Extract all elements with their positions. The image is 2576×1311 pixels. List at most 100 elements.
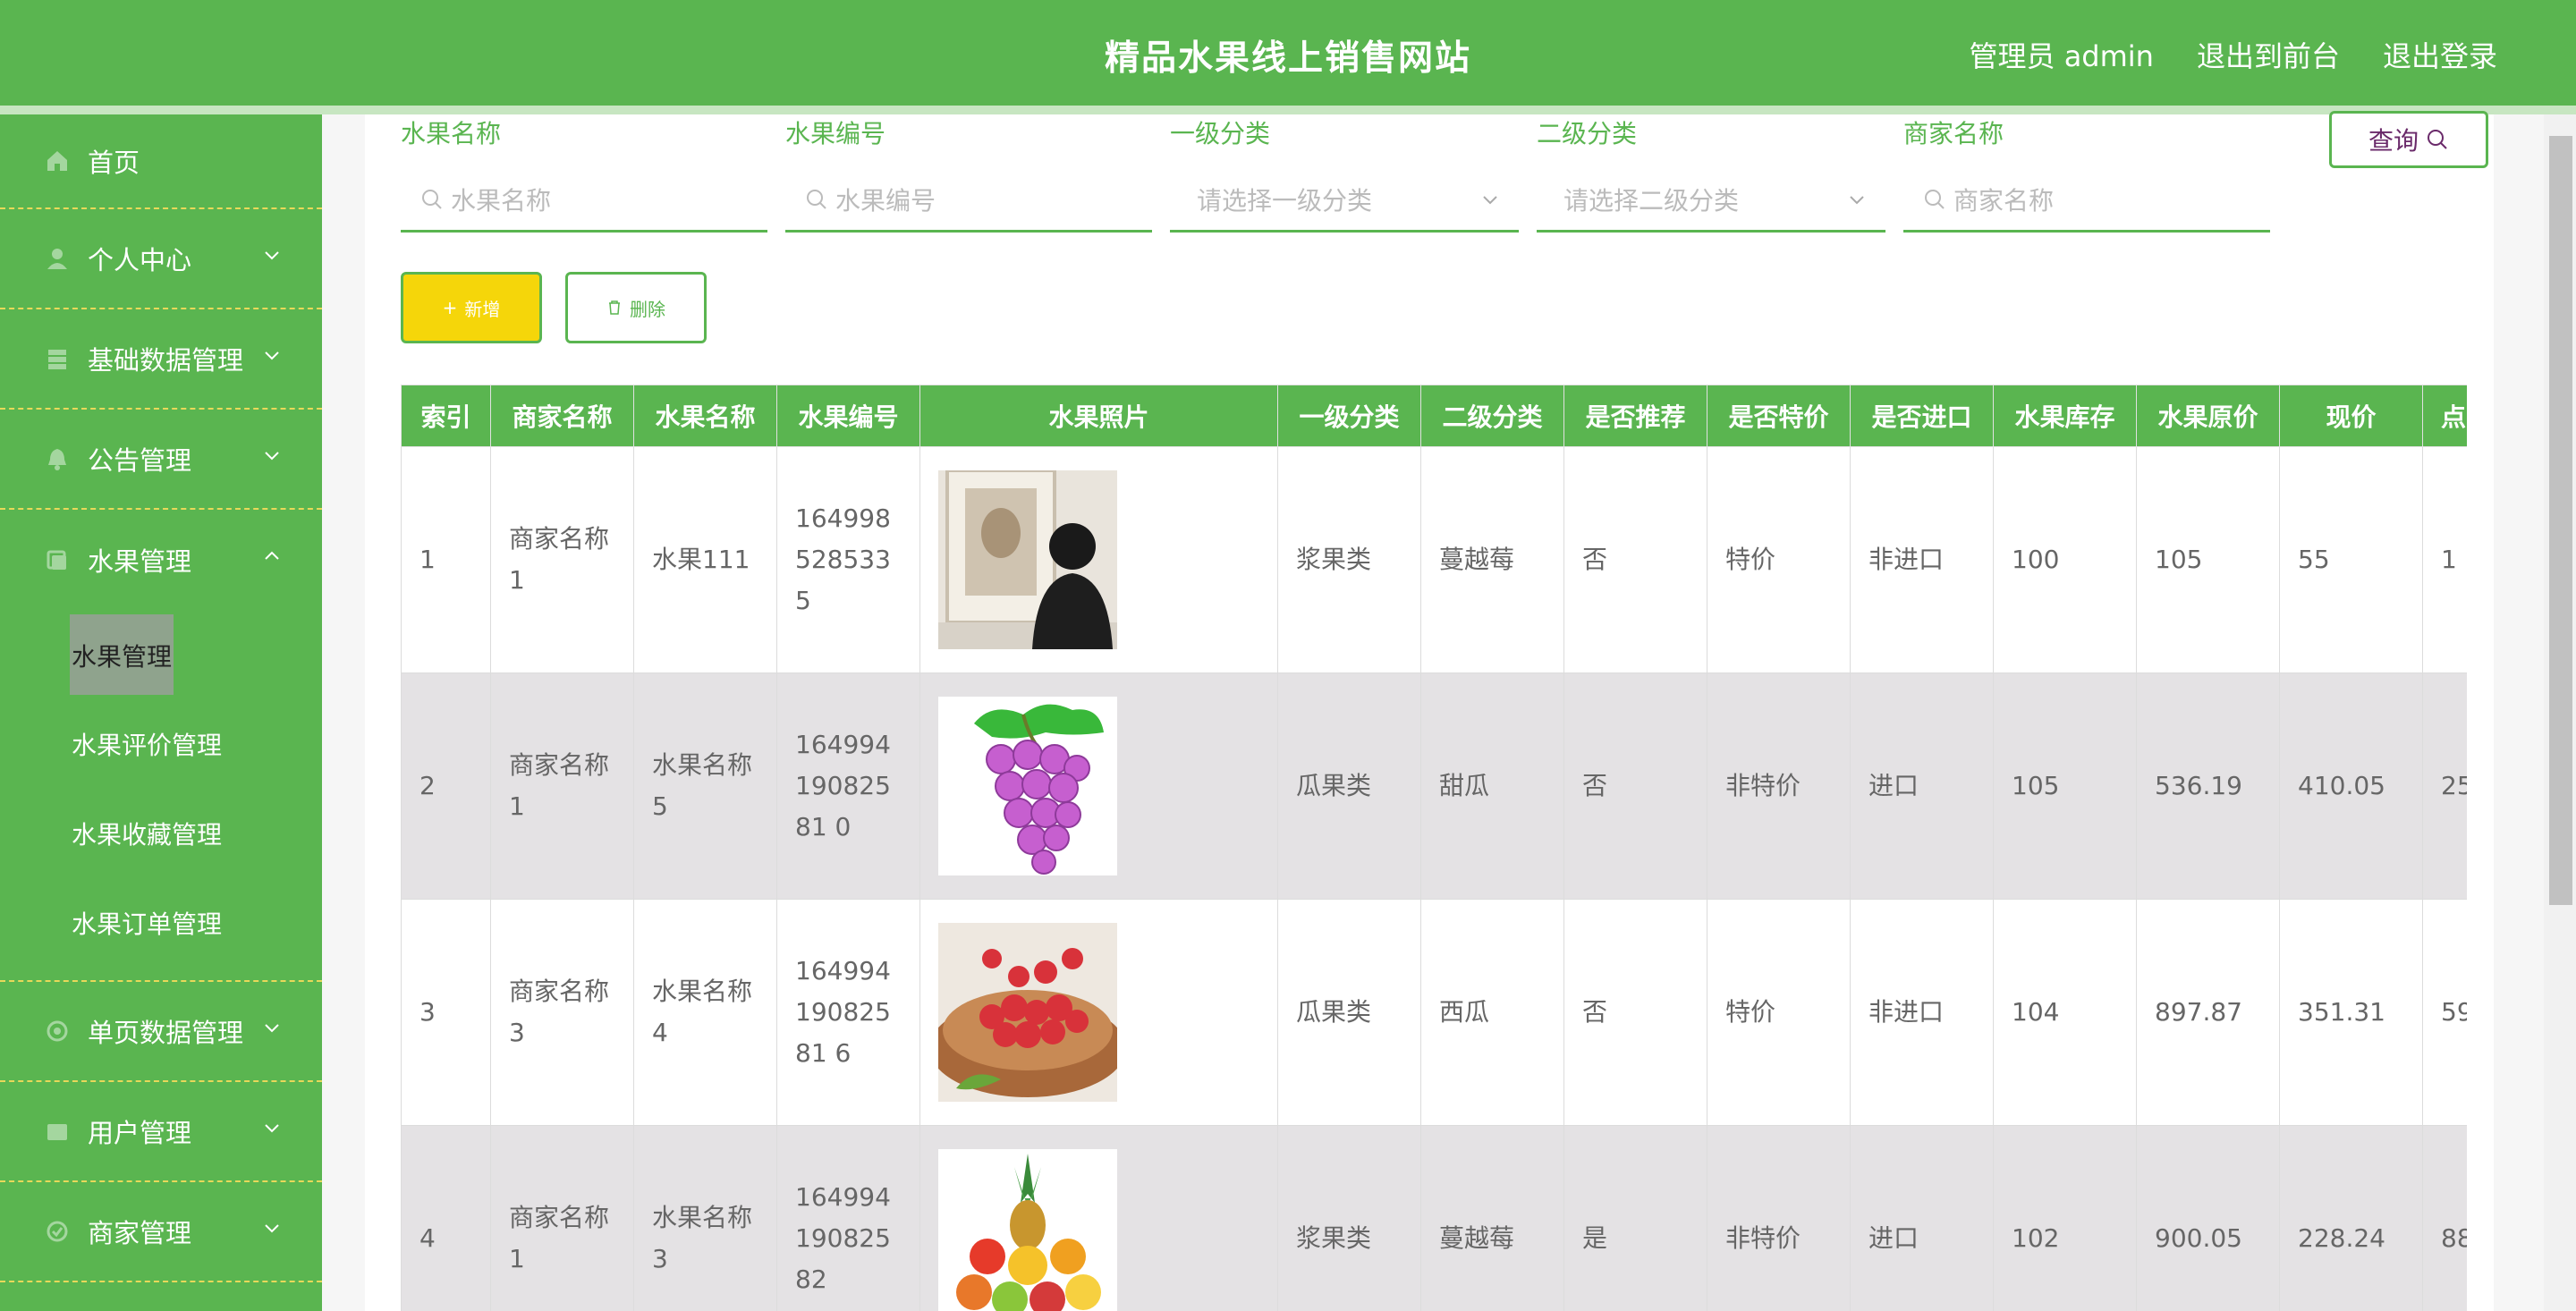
category1-select[interactable]: 请选择一级分类 <box>1170 168 1519 233</box>
chevron-down-icon <box>265 1224 279 1233</box>
cell-fruit-code: 1649985285335 <box>776 446 920 673</box>
cell-price: 410.05 <box>2279 672 2423 900</box>
cell-index: 4 <box>401 1125 491 1311</box>
column-header[interactable]: 水果编号 <box>776 385 920 447</box>
column-header[interactable]: 水果照片 <box>919 385 1278 447</box>
cell-imported: 非进口 <box>1850 446 1994 673</box>
chevron-down-icon <box>265 452 279 461</box>
cell-category1: 浆果类 <box>1277 1125 1421 1311</box>
cell-price: 228.24 <box>2279 1125 2423 1311</box>
column-header[interactable]: 是否特价 <box>1707 385 1851 447</box>
column-header[interactable]: 点 <box>2422 385 2467 447</box>
cell-clicks: 25 <box>2422 672 2467 900</box>
submenu-item-fruit-reviews[interactable]: 水果评价管理 <box>0 699 322 789</box>
search-icon <box>2428 130 2447 149</box>
user-icon <box>43 244 72 273</box>
person-photo[interactable] <box>938 470 1117 649</box>
add-button[interactable]: + 新增 <box>401 272 542 343</box>
table-row[interactable]: 1 商家名称1 水果111 1649985285335 浆果类 蔓越莓 否 特价… <box>401 446 2467 673</box>
cell-original-price: 536.19 <box>2136 672 2280 900</box>
submenu-item-label: 水果管理 <box>70 614 174 695</box>
cell-category2: 西瓜 <box>1420 899 1564 1126</box>
table-header-row: 索引 商家名称 水果名称 水果编号 水果照片 一级分类 二级分类 是否推荐 是否… <box>401 385 2467 447</box>
cell-photo <box>919 899 1278 1126</box>
submenu-item-fruit-management[interactable]: 水果管理 <box>0 610 322 699</box>
grape-photo[interactable] <box>938 697 1117 875</box>
cell-category1: 瓜果类 <box>1277 672 1421 900</box>
column-header[interactable]: 是否进口 <box>1850 385 1994 447</box>
cell-stock: 100 <box>1993 446 2137 673</box>
fruit-code-input[interactable]: 水果编号 <box>785 168 1152 233</box>
sidebar-item-personal-center[interactable]: 个人中心 <box>0 209 322 309</box>
fruit-name-placeholder: 水果名称 <box>451 185 552 216</box>
plus-icon: + <box>442 297 458 318</box>
merchant-name-placeholder: 商家名称 <box>1953 185 2055 216</box>
sidebar-item-announcements[interactable]: 公告管理 <box>0 410 322 510</box>
column-header[interactable]: 水果原价 <box>2136 385 2280 447</box>
fruit-submenu: 水果管理 水果评价管理 水果收藏管理 水果订单管理 <box>0 610 322 982</box>
users-icon <box>43 1117 72 1146</box>
search-icon <box>1923 188 1946 211</box>
cell-category1: 浆果类 <box>1277 446 1421 673</box>
cell-special: 非特价 <box>1707 1125 1851 1311</box>
fruit-basket-photo[interactable] <box>938 1149 1117 1311</box>
column-header[interactable]: 是否推荐 <box>1563 385 1707 447</box>
cell-imported: 进口 <box>1850 1125 1994 1311</box>
fruit-table: 索引 商家名称 水果名称 水果编号 水果照片 一级分类 二级分类 是否推荐 是否… <box>401 385 2467 1311</box>
sidebar-item-fruit-management[interactable]: 水果管理 <box>0 510 322 610</box>
table-row[interactable]: 3 商家名称3 水果名称4 16499419082581 6 瓜果类 西瓜 否 … <box>401 899 2467 1126</box>
column-header[interactable]: 水果名称 <box>633 385 777 447</box>
sidebar-item-single-page[interactable]: 单页数据管理 <box>0 982 322 1082</box>
exit-to-front-link[interactable]: 退出到前台 <box>2197 34 2340 75</box>
page-scrollbar[interactable] <box>2544 114 2576 1311</box>
cell-merchant: 商家名称1 <box>490 1125 634 1311</box>
submenu-item-label: 水果评价管理 <box>72 731 223 760</box>
merchant-name-input[interactable]: 商家名称 <box>1903 168 2270 233</box>
submenu-item-label: 水果订单管理 <box>72 909 223 939</box>
category2-select[interactable]: 请选择二级分类 <box>1537 168 1885 233</box>
merchant-name-label: 商家名称 <box>1903 119 2004 148</box>
fruit-name-input[interactable]: 水果名称 <box>401 168 767 233</box>
submenu-item-fruit-orders[interactable]: 水果订单管理 <box>0 878 322 968</box>
column-header[interactable]: 商家名称 <box>490 385 634 447</box>
cell-fruit-name: 水果111 <box>633 446 777 673</box>
cell-fruit-name: 水果名称5 <box>633 672 777 900</box>
cell-photo <box>919 446 1278 673</box>
scrollbar-thumb[interactable] <box>2549 136 2572 905</box>
cell-recommend: 是 <box>1563 1125 1707 1311</box>
category1-placeholder: 请选择一级分类 <box>1197 185 1373 216</box>
cell-index: 3 <box>401 899 491 1126</box>
dried-fruit-photo[interactable] <box>938 923 1117 1102</box>
sidebar-item-basic-data[interactable]: 基础数据管理 <box>0 309 322 410</box>
home-icon <box>43 147 72 175</box>
chevron-down-icon <box>265 351 279 360</box>
column-header[interactable]: 现价 <box>2279 385 2423 447</box>
sidebar-item-merchants[interactable]: 商家管理 <box>0 1182 322 1282</box>
delete-button[interactable]: 删除 <box>565 272 707 343</box>
submenu-item-fruit-favorites[interactable]: 水果收藏管理 <box>0 789 322 878</box>
sidebar-item-label: 个人中心 <box>88 245 192 275</box>
sidebar-item-label: 基础数据管理 <box>88 345 244 376</box>
sidebar-item-home[interactable]: 首页 <box>0 114 322 209</box>
cell-clicks: 1 <box>2422 446 2467 673</box>
cell-original-price: 105 <box>2136 446 2280 673</box>
column-header[interactable]: 一级分类 <box>1277 385 1421 447</box>
column-header[interactable]: 二级分类 <box>1420 385 1564 447</box>
query-button[interactable]: 查询 <box>2329 111 2488 168</box>
main-content: 水果名称 水果名称 水果编号 水果编号 一级分类 请选择一级分类 二级分类 请选… <box>322 111 2544 1311</box>
chevron-down-icon <box>265 251 279 260</box>
column-header[interactable]: 水果库存 <box>1993 385 2137 447</box>
admin-label[interactable]: 管理员 admin <box>1970 34 2154 75</box>
chevron-up-icon <box>265 551 279 560</box>
table-row[interactable]: 4 商家名称1 水果名称3 16499419082582 浆果类 蔓越莓 是 非… <box>401 1125 2467 1311</box>
cell-price: 351.31 <box>2279 899 2423 1126</box>
sidebar: 首页 个人中心 基础数据管理 公告管理 水果管理 水果管理 水果评价管理 水果收… <box>0 114 322 1311</box>
sidebar-item-users[interactable]: 用户管理 <box>0 1082 322 1182</box>
cell-special: 特价 <box>1707 899 1851 1126</box>
fruit-name-label: 水果名称 <box>401 119 502 148</box>
cell-category2: 蔓越莓 <box>1420 1125 1564 1311</box>
column-header[interactable]: 索引 <box>401 385 491 447</box>
logout-link[interactable]: 退出登录 <box>2383 34 2497 75</box>
table-row[interactable]: 2 商家名称1 水果名称5 16499419082581 0 瓜果类 甜瓜 否 … <box>401 672 2467 900</box>
cell-stock: 104 <box>1993 899 2137 1126</box>
